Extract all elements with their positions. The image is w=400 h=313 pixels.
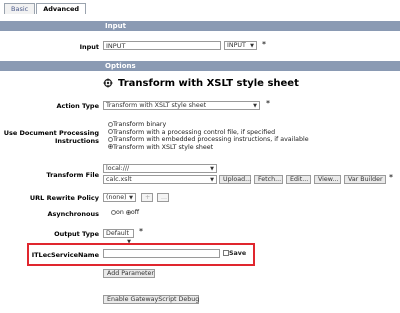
save-checkbox-row[interactable]: Save [223,250,246,258]
action-type-select[interactable]: Transform with XSLT style sheet ▼ [103,101,260,110]
url-rewrite-value: (none) [106,194,127,201]
file-name-value: calc.xslt [106,176,132,183]
radio-label-off: off [130,209,140,216]
upload-button[interactable]: Upload... [219,175,251,184]
required-marker: * [389,173,393,182]
asynchronous-label: Asynchronous [47,210,99,218]
required-marker: * [266,99,270,108]
input-select[interactable]: INPUT ▼ [224,41,257,50]
section-header-input: Input [0,21,400,31]
required-marker: * [262,40,266,49]
file-name-select[interactable]: calc.xslt ▼ [103,175,217,184]
file-location-value: local:/// [106,165,130,172]
url-rewrite-select[interactable]: (none) ▼ [103,193,136,202]
radio-label: Transform with embedded processing instr… [113,136,309,143]
page-title: Transform with XSLT style sheet [118,78,299,89]
processing-radio-group: Transform binary Transform with a proces… [108,121,309,151]
section-header-options: Options [0,61,400,71]
chevron-down-icon: ▼ [129,195,133,201]
view-button[interactable]: View... [314,175,341,184]
chevron-down-icon: ▼ [210,177,214,183]
enable-gatewayscript-debug-button[interactable]: Enable GatewayScript Debug [103,295,199,304]
add-policy-button[interactable]: + [141,193,153,202]
save-label: Save [229,250,247,257]
input-field[interactable]: INPUT [103,41,221,50]
action-type-value: Transform with XSLT style sheet [106,102,207,109]
fetch-button[interactable]: Fetch... [254,175,283,184]
output-type-value: Default [106,230,130,237]
radio-option[interactable]: Transform with XSLT style sheet [108,144,309,152]
action-type-label: Action Type [56,102,99,110]
chevron-down-icon: ▼ [210,166,214,172]
output-type-select[interactable]: Default ▼ [103,229,134,245]
param-label: ITLecServiceName [31,251,99,259]
radio-option[interactable]: Transform with a processing control file… [108,129,309,137]
input-select-value: INPUT [227,42,246,49]
param-value-input[interactable] [103,249,220,258]
file-location-select[interactable]: local:/// ▼ [103,164,217,173]
output-type-label: Output Type [54,230,99,238]
radio-label: Transform with a processing control file… [113,128,276,136]
tab-advanced[interactable]: Advanced [36,3,87,14]
add-parameter-button[interactable]: Add Parameter [103,269,155,278]
url-rewrite-label: URL Rewrite Policy [29,194,99,202]
tab-bar: Basic Advanced [4,3,87,15]
tab-basic[interactable]: Basic [4,3,36,14]
var-builder-button[interactable]: Var Builder [344,175,386,184]
chevron-down-icon: ▼ [250,43,254,49]
radio-label: Transform binary [113,121,167,128]
edit-policy-button[interactable]: ... [157,193,169,202]
transform-icon [103,78,113,88]
edit-button[interactable]: Edit... [286,175,311,184]
chevron-down-icon: ▼ [253,103,257,109]
radio-option[interactable]: Transform with embedded processing instr… [108,136,309,144]
processing-label-line1: Use Document Processing [3,129,99,137]
radio-label: Transform with XSLT style sheet [113,143,214,151]
processing-label-line2: Instructions [54,137,99,145]
radio-option[interactable]: Transform binary [108,121,309,129]
section-title: Options [105,62,136,70]
section-title: Input [105,22,126,30]
radio-label-on: on [116,209,124,216]
input-label: Input [79,43,99,51]
asynchronous-radio-group: on off [111,209,139,217]
transform-file-label: Transform File [46,171,99,179]
required-marker: * [139,227,143,236]
